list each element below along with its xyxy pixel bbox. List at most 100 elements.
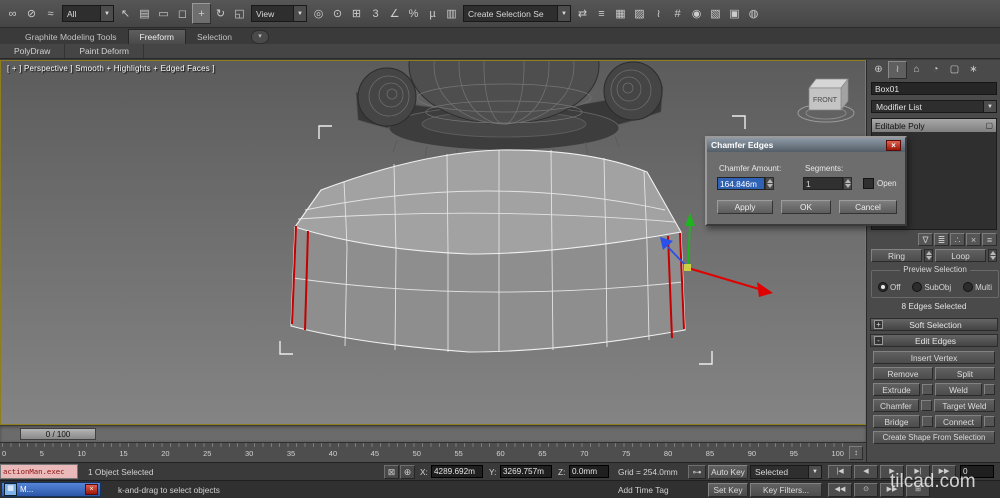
layer-manager-icon[interactable]: ▦ (611, 3, 630, 24)
remove-modifier-icon[interactable]: × (966, 233, 981, 246)
create-shape-button[interactable]: Create Shape From Selection (873, 431, 995, 444)
pin-stack-icon[interactable]: ∇ (918, 233, 933, 246)
select-and-manipulate-icon[interactable]: ⊙ (328, 3, 347, 24)
y-coordinate-field[interactable]: 3269.757m (500, 465, 552, 478)
mirror-icon[interactable]: ⇄ (573, 3, 592, 24)
preview-option-subobj[interactable]: SubObj (912, 282, 951, 292)
collapse-icon[interactable]: - (874, 336, 883, 345)
set-key-button[interactable]: Set Key (708, 483, 748, 497)
key-set-dropdown[interactable]: Selected ▼ (750, 465, 822, 479)
next-frame-button[interactable]: ▶| (906, 465, 930, 479)
chamfer-amount-spinner[interactable] (765, 177, 774, 190)
key-mode-toggle[interactable]: ⊙ (854, 483, 878, 497)
weld-settings-button[interactable] (984, 384, 995, 395)
named-selection-set-dropdown[interactable]: Create Selection Se ▼ (463, 5, 571, 22)
chamfer-amount-field[interactable] (718, 178, 764, 189)
material-editor-icon[interactable]: ◉ (687, 3, 706, 24)
select-and-scale-icon[interactable]: ◱ (230, 3, 249, 24)
track-bar[interactable]: 0 5 10 15 20 25 30 35 40 45 50 55 60 65 70 75 80 85 90 95 10… (0, 442, 866, 462)
select-and-move-icon[interactable]: + (192, 3, 211, 24)
bind-to-spacewarp-icon[interactable]: ≈ (41, 3, 60, 24)
ribbon-minimize-toggle[interactable]: ▾ (250, 30, 269, 44)
create-tab[interactable]: ⊕ (869, 61, 888, 79)
ring-button[interactable]: Ring (871, 249, 922, 262)
edit-edges-rollout[interactable]: - Edit Edges (870, 334, 998, 347)
auto-key-button[interactable]: Auto Key (708, 465, 748, 479)
close-icon[interactable]: × (886, 139, 901, 151)
chamfer-settings-button[interactable] (920, 400, 932, 411)
selection-filter-dropdown[interactable]: All ▼ (62, 5, 114, 22)
ribbon-tab-selection[interactable]: Selection (186, 30, 243, 44)
ok-button[interactable]: OK (781, 200, 831, 214)
go-to-start-button[interactable]: |◀ (828, 465, 852, 479)
extrude-button[interactable]: Extrude (873, 383, 920, 396)
utilities-tab[interactable]: ∗ (964, 61, 983, 79)
ribbon-panel-paint-deform[interactable]: Paint Deform (65, 44, 144, 58)
previous-frame-button[interactable]: ◀ (854, 465, 878, 479)
preview-option-off[interactable]: Off (877, 282, 901, 292)
chamfer-button[interactable]: Chamfer (873, 399, 919, 412)
show-in-viewport-icon[interactable]: ▢ (985, 121, 993, 130)
cancel-button[interactable]: Cancel (839, 200, 897, 214)
play-button[interactable]: ▶ (880, 465, 904, 479)
absolute-offset-toggle[interactable]: ⊕ (400, 465, 415, 479)
angle-snap-icon[interactable]: ∠ (385, 3, 404, 24)
hierarchy-tab[interactable]: ⌂ (907, 61, 926, 79)
ring-spinner[interactable] (924, 249, 933, 262)
x-coordinate-field[interactable]: 4289.692m (431, 465, 483, 478)
connect-settings-button[interactable] (984, 416, 995, 427)
open-checkbox[interactable] (863, 178, 874, 189)
open-mini-curve-editor-button[interactable]: ↕ (849, 446, 863, 460)
motion-tab[interactable]: ◔ (926, 61, 945, 79)
spinner-snap-icon[interactable]: µ (423, 3, 442, 24)
ribbon-tab-freeform[interactable]: Freeform (127, 29, 186, 44)
show-end-result-icon[interactable]: ≣ (934, 233, 949, 246)
curve-editor-icon[interactable]: ≀ (649, 3, 668, 24)
weld-button[interactable]: Weld (935, 383, 982, 396)
taskbar-window-button[interactable]: ▦ M... × (1, 482, 101, 497)
bridge-settings-button[interactable] (922, 416, 933, 427)
close-icon[interactable]: × (85, 484, 98, 495)
selection-lock-toggle[interactable]: ⊠ (384, 465, 399, 479)
ribbon-panel-polydraw[interactable]: PolyDraw (0, 44, 66, 58)
configure-modifier-sets-icon[interactable]: ≡ (982, 233, 997, 246)
soft-selection-rollout[interactable]: + Soft Selection (870, 318, 998, 331)
selection-region-icon[interactable]: ▭ (154, 3, 173, 24)
schematic-view-icon[interactable]: # (668, 3, 687, 24)
object-name-field[interactable] (871, 82, 997, 95)
edit-named-sets-icon[interactable]: ▥ (442, 3, 461, 24)
render-setup-icon[interactable]: ▧ (706, 3, 725, 24)
previous-key-button[interactable]: ◀◀ (828, 483, 852, 497)
keyboard-override-icon[interactable]: ⊞ (347, 3, 366, 24)
select-and-link-icon[interactable]: ∞ (3, 3, 22, 24)
segments-field[interactable] (804, 178, 842, 189)
display-tab[interactable]: ▢ (945, 61, 964, 79)
time-slider-handle[interactable]: 0 / 100 (20, 428, 96, 440)
perspective-viewport[interactable]: FRONT [ + ] Perspective ] Smooth + Highl… (0, 60, 866, 425)
reference-coordinate-dropdown[interactable]: View ▼ (251, 5, 307, 22)
unlink-selection-icon[interactable]: ⊘ (22, 3, 41, 24)
box-mesh[interactable] (290, 149, 686, 353)
add-time-tag[interactable]: Add Time Tag (618, 485, 669, 495)
viewport-canvas[interactable]: FRONT (1, 61, 865, 424)
stack-item-editable-poly[interactable]: Editable Poly ▢ (872, 119, 996, 132)
apply-button[interactable]: Apply (717, 200, 773, 214)
time-slider[interactable]: 0 / 100 (0, 425, 866, 442)
set-key-icon-button[interactable]: ⊶ (688, 465, 706, 479)
split-button[interactable]: Split (935, 367, 995, 380)
snap-toggle-icon[interactable]: 3 (366, 3, 385, 24)
z-coordinate-field[interactable]: 0.0mm (569, 465, 609, 478)
make-unique-icon[interactable]: ∴ (950, 233, 965, 246)
target-weld-button[interactable]: Target Weld (933, 399, 995, 412)
percent-snap-icon[interactable]: % (404, 3, 423, 24)
modify-tab[interactable]: ≀ (888, 61, 907, 79)
ribbon-toggle-icon[interactable]: ▨ (630, 3, 649, 24)
modifier-list-dropdown[interactable]: Modifier List ▼ (871, 100, 997, 113)
remove-button[interactable]: Remove (873, 367, 933, 380)
select-by-name-icon[interactable]: ▤ (135, 3, 154, 24)
insert-vertex-button[interactable]: Insert Vertex (873, 351, 995, 364)
expand-icon[interactable]: + (874, 320, 883, 329)
current-frame-field[interactable]: 0 (960, 465, 994, 478)
key-filters-button[interactable]: Key Filters... (750, 483, 822, 497)
use-center-icon[interactable]: ◎ (309, 3, 328, 24)
